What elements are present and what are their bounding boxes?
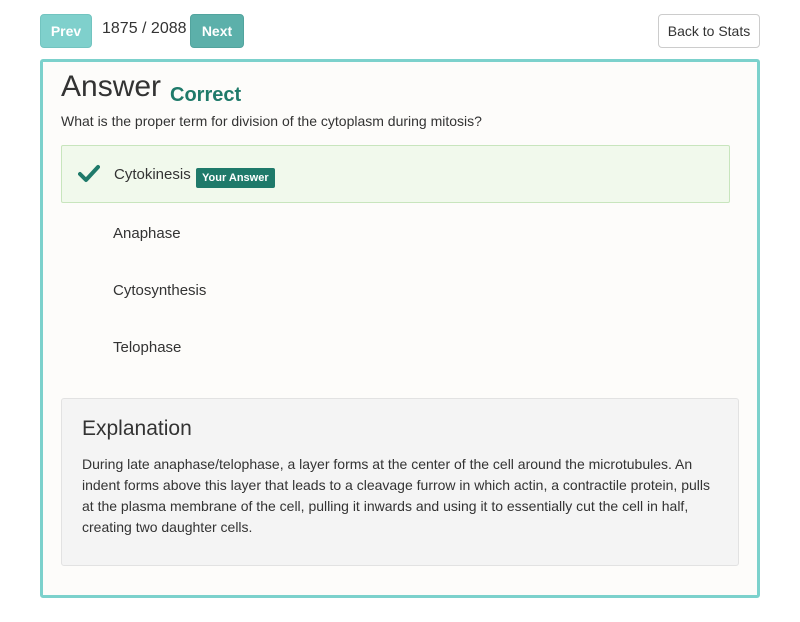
answer-title: Answer [61, 70, 162, 103]
next-button[interactable]: Next [190, 14, 244, 48]
explanation-title: Explanation [82, 417, 192, 440]
explanation-panel: Explanation During late anaphase/telopha… [61, 398, 739, 566]
answer-card: Answer Correct What is the proper term f… [40, 59, 760, 598]
question-text: What is the proper term for division of … [61, 113, 482, 129]
option-label: Telophase [113, 338, 182, 356]
navigation-bar: Prev 1875 / 2088 Next Back to Stats [0, 0, 800, 60]
explanation-text: During late anaphase/telophase, a layer … [82, 456, 710, 535]
your-answer-badge: Your Answer [196, 168, 275, 188]
option-label: Cytosynthesis [113, 281, 207, 299]
option-cytosynthesis[interactable]: Cytosynthesis [61, 261, 730, 319]
verdict-label: Correct [170, 84, 242, 106]
check-icon [78, 165, 100, 182]
option-cytokinesis[interactable]: Cytokinesis Your Answer [61, 145, 730, 203]
option-telophase[interactable]: Telophase [61, 318, 730, 376]
option-label: Anaphase [113, 224, 181, 242]
prev-button[interactable]: Prev [40, 14, 92, 48]
question-counter: 1875 / 2088 [102, 20, 187, 37]
back-to-stats-button[interactable]: Back to Stats [658, 14, 760, 48]
option-label: Cytokinesis [114, 165, 191, 183]
option-anaphase[interactable]: Anaphase [61, 204, 730, 262]
